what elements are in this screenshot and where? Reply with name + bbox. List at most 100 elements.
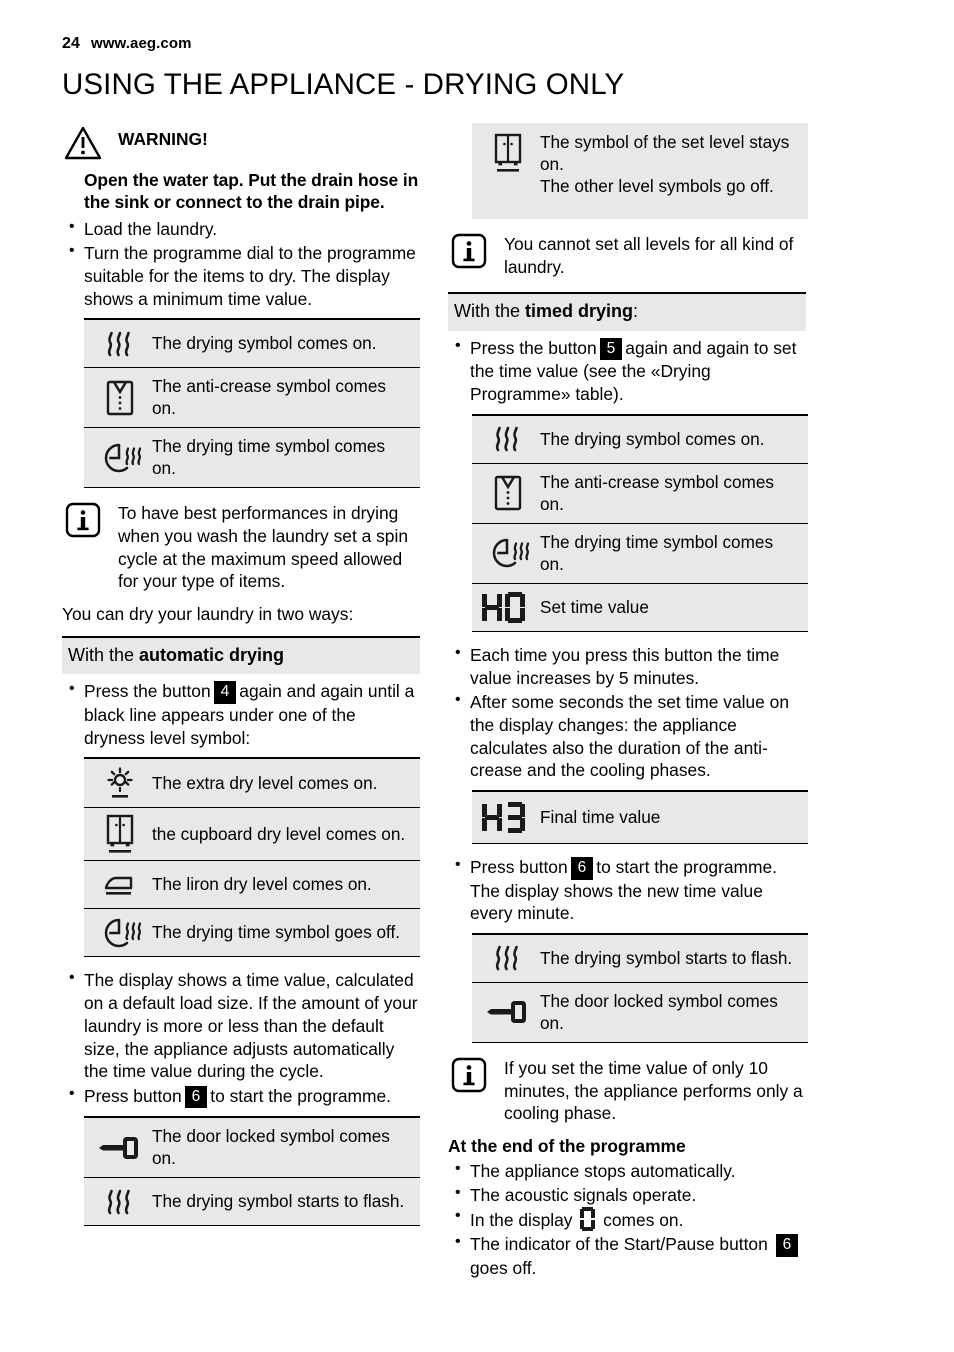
key-badge-5[interactable]: 5: [599, 337, 623, 361]
table-cell-text: The symbol of the set level stays on. Th…: [540, 131, 790, 196]
drying-steam-icon: [84, 320, 148, 367]
table-row: The drying time symbol comes on.: [84, 428, 420, 489]
table-cell-text: The anti-crease symbol comes on.: [540, 471, 775, 514]
drying-time-clock-icon: [472, 524, 536, 583]
symbol-table-final-time: Final time value: [472, 790, 808, 845]
info-callout-ten-minutes: If you set the time value of only 10 min…: [448, 1055, 806, 1125]
list-item: The display shows a time value, calculat…: [62, 968, 420, 1083]
warning-label: WARNING!: [118, 128, 208, 149]
band-prefix: With the: [454, 301, 526, 322]
seg-digit-0: [505, 591, 525, 623]
cupboard-dry-icon: [84, 808, 148, 860]
table-row: The drying symbol starts to flash.: [472, 934, 808, 983]
seg-digit-4: [482, 592, 502, 623]
symbol-table-2: The extra dry level comes on. the cupboa…: [84, 757, 420, 958]
door-locked-key-icon: [84, 1118, 148, 1177]
bullet-text-before: Press the button: [470, 337, 597, 358]
table-cell-text: The drying time symbol goes off.: [152, 922, 401, 943]
list-item: The acoustic signals operate.: [448, 1183, 806, 1207]
two-ways-intro: You can dry your laundry in two ways:: [62, 604, 354, 625]
table-row: The drying time symbol comes on.: [472, 523, 808, 584]
band-prefix: With the: [68, 644, 140, 665]
table-cell-text: The liron dry level comes on.: [152, 874, 372, 895]
page-header: 24 www.aeg.com: [62, 34, 898, 54]
left-column: WARNING! Open the water tap. Put the dra…: [62, 123, 420, 1285]
drying-steam-icon: [84, 1178, 148, 1225]
table-cell-text: The drying symbol comes on.: [540, 428, 765, 449]
key-badge-6[interactable]: 6: [775, 1234, 799, 1257]
band-bold: timed drying: [525, 301, 634, 322]
drying-time-clock-icon: [84, 428, 148, 487]
info-icon: [62, 500, 104, 538]
seg-digit-0-inline: [580, 1207, 596, 1232]
table-row: The liron dry level comes on.: [84, 861, 420, 910]
cupboard-dry-icon: [472, 123, 536, 219]
key-badge-4[interactable]: 4: [213, 681, 237, 704]
table-row: The anti-crease symbol comes on.: [472, 463, 808, 524]
bullet-text-before: Press the button: [84, 681, 211, 702]
table-row: Final time value: [472, 792, 808, 845]
list-item: Press button6to start the programme.: [62, 1084, 420, 1109]
list-item: Press the button4again and again until a…: [62, 679, 420, 749]
info-text: If you set the time value of only 10 min…: [504, 1058, 803, 1124]
list-item: Each time you press this button the time…: [448, 643, 806, 689]
list-item: Load the laundry.: [62, 217, 420, 241]
section-band-timed-drying: With the timed drying:: [448, 292, 806, 331]
table-cell-text: Final time value: [540, 807, 661, 828]
table-cell-text: The drying time symbol comes on.: [152, 436, 386, 479]
table-cell-text: the cupboard dry level comes on.: [152, 823, 406, 844]
bullet-list-time-increments: Each time you press this button the time…: [448, 643, 806, 782]
table-row: The drying time symbol goes off.: [84, 909, 420, 958]
table-row: The door locked symbol comes on.: [84, 1118, 420, 1179]
symbol-table-5: The drying symbol starts to flash. The d…: [472, 932, 808, 1043]
final-time-value: [482, 802, 525, 834]
door-locked-key-icon: [472, 983, 536, 1042]
symbol-table-4: The drying symbol comes on. The anti-cre…: [472, 413, 808, 632]
list-item: Press the button5again and again to set …: [448, 336, 806, 406]
info-icon: [448, 1055, 490, 1093]
key-badge-6[interactable]: 6: [184, 1085, 208, 1109]
table-cell-text: The extra dry level comes on.: [152, 772, 378, 793]
table-row: The symbol of the set level stays on. Th…: [472, 122, 808, 219]
table-cell-text: The drying symbol comes on.: [152, 333, 377, 354]
list-item: The appliance stops automatically.: [448, 1159, 806, 1183]
band-suffix: :: [633, 301, 639, 322]
bullet-text-after: to start the programme.: [210, 1085, 392, 1106]
table-row: The drying symbol comes on.: [84, 320, 420, 369]
table-row: The anti-crease symbol comes on.: [84, 368, 420, 429]
section-band-automatic-drying: With the automatic drying: [62, 635, 420, 675]
info-icon: [448, 231, 490, 269]
anti-crease-shirt-icon: [472, 464, 536, 523]
table-row: The door locked symbol comes on.: [472, 982, 808, 1043]
seven-segment-display-final-time: [472, 792, 536, 843]
lead-instruction: Open the water tap. Put the drain hose i…: [84, 169, 419, 213]
key-badge-6[interactable]: 6: [570, 857, 594, 880]
drying-time-clock-icon: [84, 909, 148, 956]
table-row: Set time value: [472, 583, 808, 632]
info-text: To have best performances in drying when…: [118, 503, 409, 592]
page-number: 24: [62, 35, 80, 52]
bullet-text-after: comes on.: [603, 1210, 684, 1231]
bullet-list-load: Load the laundry. Turn the programme dia…: [62, 217, 420, 311]
bullet-press-button-4: Press the button4again and again until a…: [62, 679, 420, 749]
end-of-programme-heading: At the end of the programme: [448, 1136, 686, 1157]
bullet-text-before: Press button: [470, 857, 568, 878]
bullet-press-button-5: Press the button5again and again to set …: [448, 336, 806, 406]
list-item: Turn the programme dial to the programme…: [62, 241, 420, 310]
info-callout-levels: You cannot set all levels for all kind o…: [448, 231, 806, 278]
bullet-text-before: Press button: [84, 1085, 182, 1106]
seg-digit-4: [482, 802, 502, 833]
iron-dry-icon: [84, 861, 148, 908]
bullet-text-before: The indicator of the Start/Pause button: [470, 1234, 768, 1255]
symbol-table-3: The door locked symbol comes on. The dry…: [84, 1116, 420, 1227]
page-title: USING THE APPLIANCE - DRYING ONLY: [62, 68, 625, 101]
table-cell-text: The drying time symbol comes on.: [540, 531, 774, 574]
table-row: The drying symbol comes on.: [472, 415, 808, 464]
two-column-body: WARNING! Open the water tap. Put the dra…: [62, 122, 898, 1285]
seven-segment-display-set-time: [472, 584, 536, 631]
list-item: The indicator of the Start/Pause button …: [448, 1232, 806, 1279]
website-url: www.aeg.com: [91, 35, 192, 52]
document-page: 24 www.aeg.com USING THE APPLIANCE - DRY…: [0, 0, 954, 1352]
bullet-press-button-6-right: Press button6to start the programme. The…: [448, 855, 806, 925]
table-cell-text: Set time value: [540, 596, 649, 617]
